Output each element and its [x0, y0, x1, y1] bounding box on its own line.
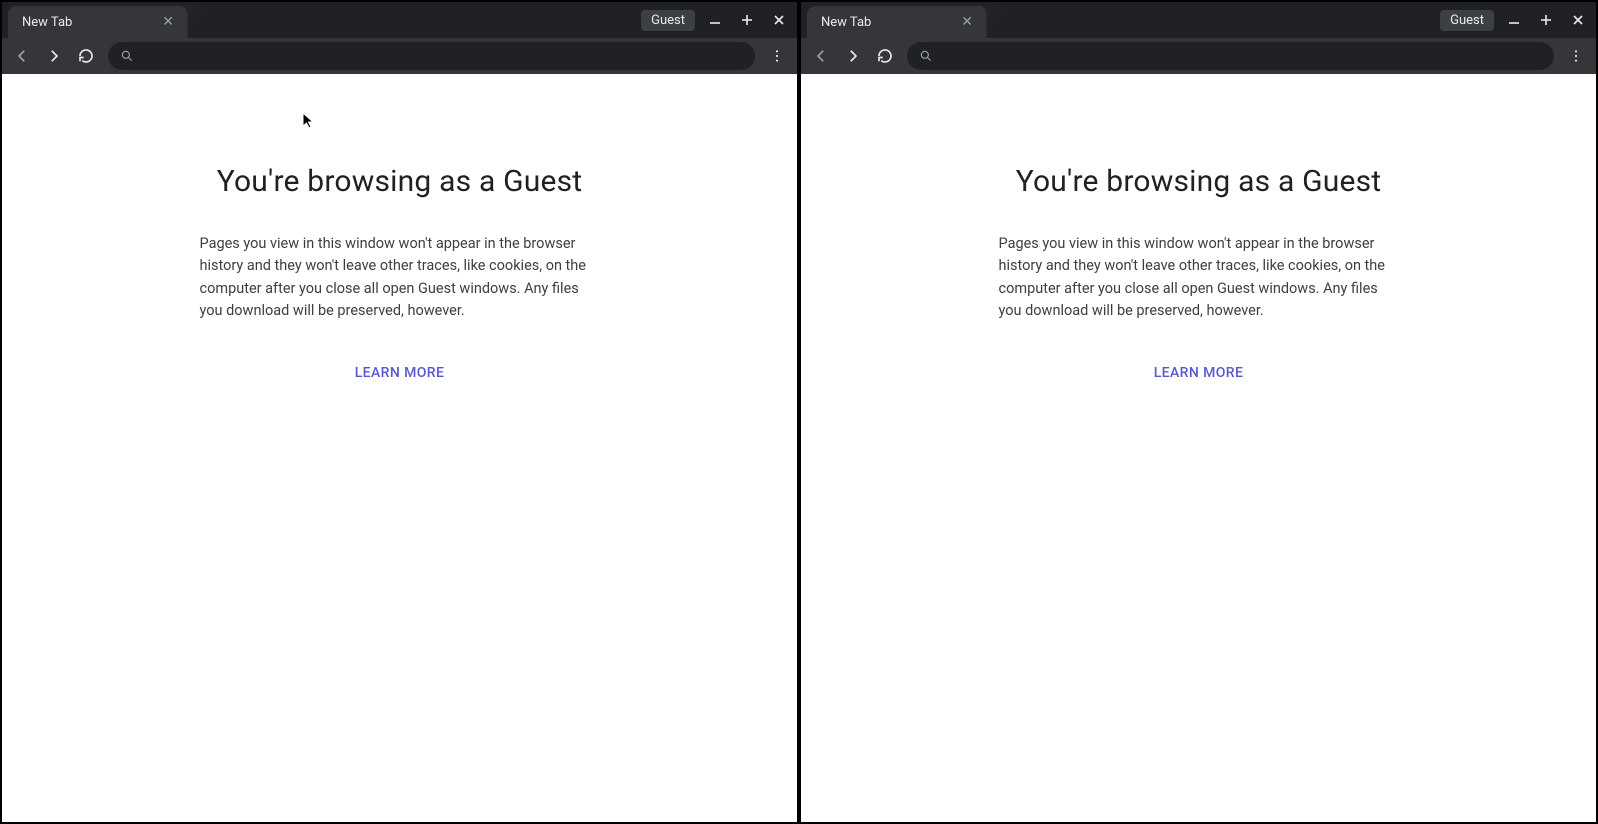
page-body: Pages you view in this window won't appe…	[999, 233, 1399, 323]
minimize-window-icon[interactable]	[703, 8, 727, 32]
close-tab-icon[interactable]: ✕	[957, 13, 977, 31]
reload-button-icon[interactable]	[871, 42, 899, 70]
page-heading: You're browsing as a Guest	[999, 164, 1399, 199]
tab-title: New Tab	[821, 15, 949, 30]
back-button-icon[interactable]	[807, 42, 835, 70]
learn-more-link[interactable]: LEARN MORE	[999, 365, 1399, 381]
back-button-icon[interactable]	[8, 42, 36, 70]
page-heading: You're browsing as a Guest	[200, 164, 600, 199]
chrome-menu-icon[interactable]	[763, 42, 791, 70]
profile-badge[interactable]: Guest	[641, 10, 695, 31]
search-icon	[919, 49, 933, 63]
address-bar[interactable]	[907, 42, 1554, 70]
forward-button-icon[interactable]	[839, 42, 867, 70]
titlebar: New Tab ✕ Guest	[2, 2, 797, 38]
page-content: You're browsing as a Guest Pages you vie…	[2, 74, 797, 822]
toolbar	[801, 38, 1596, 74]
reload-button-icon[interactable]	[72, 42, 100, 70]
learn-more-link[interactable]: LEARN MORE	[200, 365, 600, 381]
tab-title: New Tab	[22, 15, 150, 30]
minimize-window-icon[interactable]	[1502, 8, 1526, 32]
maximize-window-icon[interactable]	[735, 8, 759, 32]
page-body: Pages you view in this window won't appe…	[200, 233, 600, 323]
close-tab-icon[interactable]: ✕	[158, 13, 178, 31]
address-bar[interactable]	[108, 42, 755, 70]
forward-button-icon[interactable]	[40, 42, 68, 70]
new-tab-stub[interactable]	[186, 6, 204, 38]
new-tab-stub[interactable]	[985, 6, 1003, 38]
profile-badge[interactable]: Guest	[1440, 10, 1494, 31]
maximize-window-icon[interactable]	[1534, 8, 1558, 32]
toolbar	[2, 38, 797, 74]
close-window-icon[interactable]	[767, 8, 791, 32]
page-content: You're browsing as a Guest Pages you vie…	[801, 74, 1596, 822]
browser-window-right: New Tab ✕ Guest	[799, 0, 1598, 824]
browser-window-left: New Tab ✕ Guest	[0, 0, 799, 824]
tab-new-tab[interactable]: New Tab ✕	[807, 6, 987, 38]
titlebar: New Tab ✕ Guest	[801, 2, 1596, 38]
close-window-icon[interactable]	[1566, 8, 1590, 32]
search-icon	[120, 49, 134, 63]
tab-new-tab[interactable]: New Tab ✕	[8, 6, 188, 38]
chrome-menu-icon[interactable]	[1562, 42, 1590, 70]
